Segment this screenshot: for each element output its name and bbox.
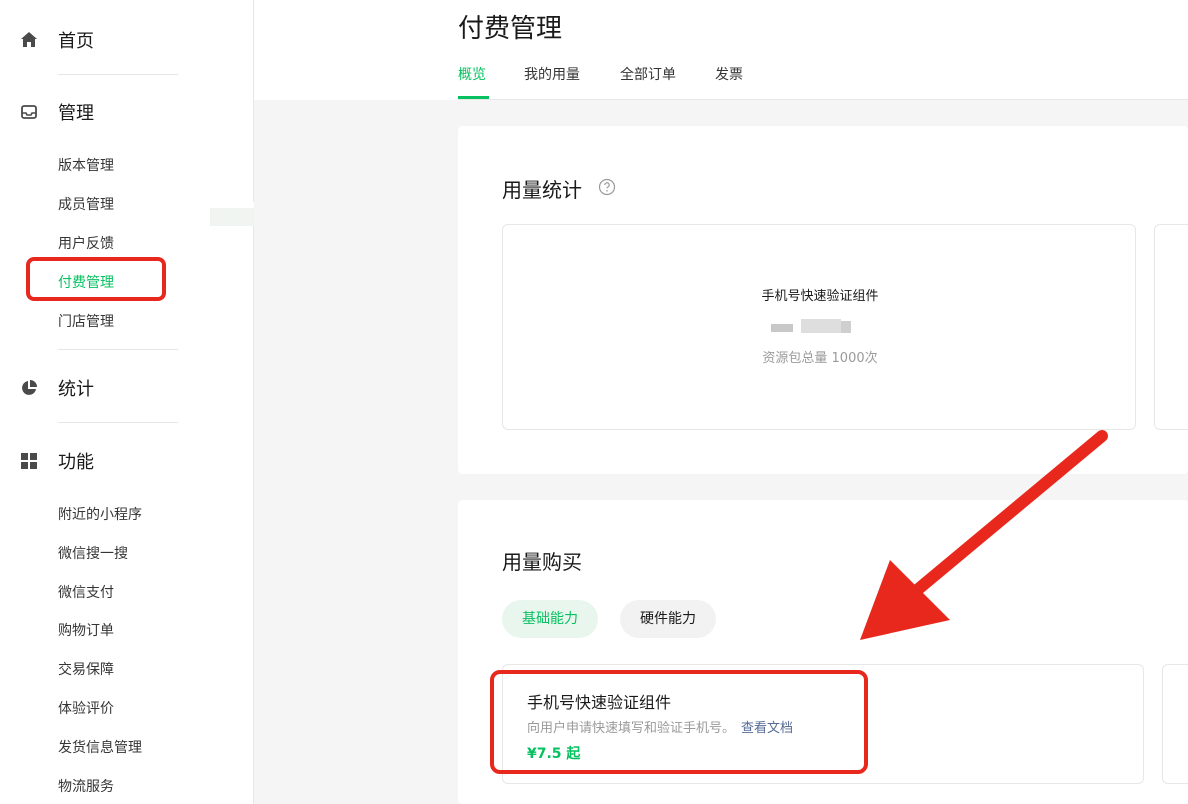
sidebar-item-logistics[interactable]: 物流服务 [58, 777, 114, 797]
sidebar-item-home[interactable]: 首页 [0, 28, 254, 52]
tab-invoice[interactable]: 发票 [715, 64, 743, 84]
usage-stat-box-2 [1154, 224, 1188, 430]
annotation-highlight-product [490, 670, 868, 774]
sidebar-item-shipping-info[interactable]: 发货信息管理 [58, 738, 142, 758]
usage-stat-box: 手机号快速验证组件 资源包总量 1000次 [502, 224, 1136, 430]
sidebar-item-version[interactable]: 版本管理 [58, 156, 114, 176]
sidebar-item-label: 功能 [58, 452, 94, 473]
divider [58, 349, 178, 350]
annotation-highlight-sidebar [26, 257, 166, 301]
inbox-icon [21, 105, 37, 119]
grid-icon [21, 453, 37, 469]
sidebar-item-label: 首页 [58, 31, 94, 52]
sidebar-item-members[interactable]: 成员管理 [58, 195, 114, 215]
product-card-2[interactable] [1162, 664, 1188, 784]
annotation-arrow [860, 430, 1108, 640]
pill-basic-capability[interactable]: 基础能力 [502, 600, 598, 638]
sidebar-item-reviews[interactable]: 体验评价 [58, 699, 114, 719]
page-title: 付费管理 [458, 14, 563, 44]
home-icon [21, 32, 37, 47]
sidebar-item-stats[interactable]: 统计 [0, 376, 254, 400]
tab-all-orders[interactable]: 全部订单 [620, 64, 676, 84]
page-header: 付费管理 概览 我的用量 全部订单 发票 [254, 0, 1188, 100]
sidebar-section-manage[interactable]: 管理 [0, 100, 254, 124]
tab-overview[interactable]: 概览 [458, 64, 486, 84]
tab-underline [458, 96, 489, 99]
tab-my-usage[interactable]: 我的用量 [524, 64, 580, 84]
sidebar: 首页 管理 版本管理 成员管理 用户反馈 付费管理 门店管理 统计 功能 附近的… [0, 0, 295, 804]
stat-total: 资源包总量 1000次 [762, 351, 878, 366]
pill-hardware-capability[interactable]: 硬件能力 [620, 600, 716, 638]
sidebar-item-nearby[interactable]: 附近的小程序 [58, 505, 142, 525]
pie-chart-icon [22, 380, 37, 395]
sidebar-section-features[interactable]: 功能 [0, 449, 254, 473]
sidebar-item-orders[interactable]: 购物订单 [58, 621, 114, 641]
redacted-value [771, 319, 851, 333]
usage-purchase-title: 用量购买 [502, 550, 582, 574]
sidebar-item-trade-guarantee[interactable]: 交易保障 [58, 660, 114, 680]
sidebar-item-pay[interactable]: 微信支付 [58, 583, 114, 603]
help-icon[interactable] [598, 178, 616, 196]
tab-bar: 概览 我的用量 全部订单 发票 [458, 62, 1188, 100]
divider [58, 422, 178, 423]
sidebar-item-label: 统计 [58, 379, 94, 400]
sidebar-item-label: 管理 [58, 103, 94, 124]
stat-item-name: 手机号快速验证组件 [761, 289, 879, 304]
sidebar-item-feedback[interactable]: 用户反馈 [58, 234, 114, 254]
divider [58, 74, 178, 75]
usage-stats-title: 用量统计 [502, 178, 582, 202]
sidebar-item-search[interactable]: 微信搜一搜 [58, 544, 128, 564]
sidebar-item-stores[interactable]: 门店管理 [58, 312, 114, 332]
